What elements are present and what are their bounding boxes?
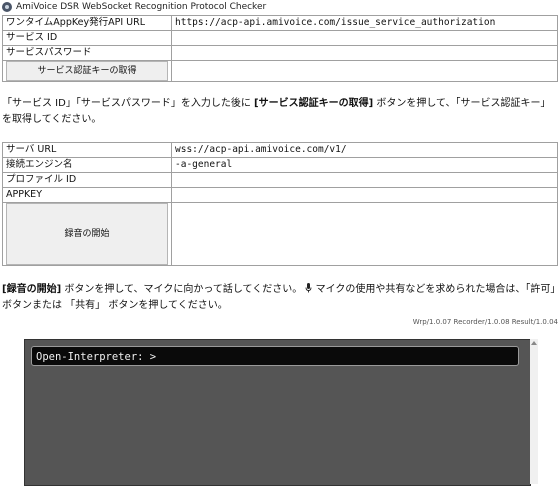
appkey-input[interactable] <box>171 187 558 203</box>
profile-id-row: プロファイル ID <box>2 172 558 188</box>
apikey-url-input[interactable]: https://acp-api.amivoice.com/issue_servi… <box>171 15 558 31</box>
appkey-label: APPKEY <box>2 187 172 203</box>
server-url-label: サーバ URL <box>2 142 172 158</box>
interpreter-console: Open-Interpreter: > <box>24 339 531 486</box>
profile-id-input[interactable] <box>171 172 558 188</box>
auth-form: ワンタイムAppKey発行API URL https://acp-api.ami… <box>2 15 558 82</box>
record-instruction-bold: [録音の開始] <box>2 284 62 295</box>
recognition-result-area[interactable] <box>171 202 558 266</box>
auth-instruction-bold: [サービス認証キーの取得] <box>254 98 374 109</box>
window-titlebar: AmiVoice DSR WebSocket Recognition Proto… <box>0 0 560 14</box>
auth-instruction: 「サービス ID」「サービスパスワード」を入力した後に [サービス認証キーの取得… <box>2 96 558 128</box>
get-service-key-button[interactable]: サービス認証キーの取得 <box>6 61 168 81</box>
recognition-form: サーバ URL wss://acp-api.amivoice.com/v1/ 接… <box>2 142 558 266</box>
service-password-row: サービスパスワード <box>2 45 558 61</box>
service-id-input[interactable] <box>171 30 558 46</box>
scroll-up-arrow-icon[interactable] <box>531 341 537 345</box>
auth-instruction-text-1: 「サービス ID」「サービスパスワード」を入力した後に <box>2 98 255 109</box>
get-key-button-cell: サービス認証キーの取得 <box>2 60 172 82</box>
record-row: 録音の開始 <box>2 202 558 266</box>
window-title: AmiVoice DSR WebSocket Recognition Proto… <box>16 2 267 12</box>
service-id-label: サービス ID <box>2 30 172 46</box>
app-icon <box>2 2 12 12</box>
record-button-cell: 録音の開始 <box>2 202 172 266</box>
version-info: Wrp/1.0.07 Recorder/1.0.08 Result/1.0.04 <box>412 318 558 326</box>
appkey-row: APPKEY <box>2 187 558 203</box>
interpreter-prompt-input[interactable]: Open-Interpreter: > <box>31 346 519 366</box>
service-id-row: サービス ID <box>2 30 558 46</box>
start-recording-button[interactable]: 録音の開始 <box>6 203 168 265</box>
server-url-input[interactable]: wss://acp-api.amivoice.com/v1/ <box>171 142 558 158</box>
record-instruction-text-1: ボタンを押して、マイクに向かって話してください。 <box>61 284 303 295</box>
record-instruction: [録音の開始] ボタンを押して、マイクに向かって話してください。 マイクの使用や… <box>2 282 558 314</box>
service-password-label: サービスパスワード <box>2 45 172 61</box>
profile-id-label: プロファイル ID <box>2 172 172 188</box>
vertical-scrollbar[interactable] <box>530 339 538 484</box>
service-key-output[interactable] <box>171 60 558 82</box>
service-password-input[interactable] <box>171 45 558 61</box>
engine-label: 接続エンジン名 <box>2 157 172 173</box>
apikey-url-label: ワンタイムAppKey発行API URL <box>2 15 172 31</box>
server-url-row: サーバ URL wss://acp-api.amivoice.com/v1/ <box>2 142 558 158</box>
engine-input[interactable]: -a-general <box>171 157 558 173</box>
apikey-url-row: ワンタイムAppKey発行API URL https://acp-api.ami… <box>2 15 558 31</box>
get-key-row: サービス認証キーの取得 <box>2 60 558 82</box>
engine-row: 接続エンジン名 -a-general <box>2 157 558 173</box>
